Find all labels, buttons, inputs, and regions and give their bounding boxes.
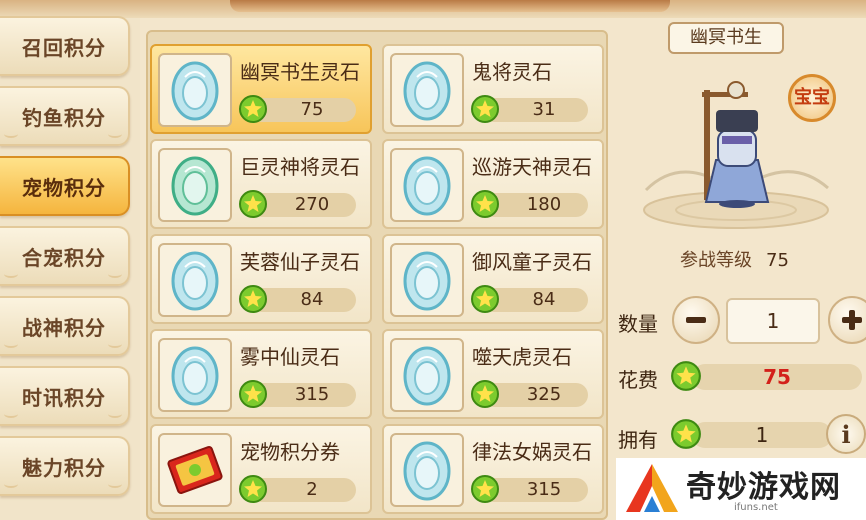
tab-charm-points[interactable]: 魅力积分: [0, 436, 130, 496]
point-coin-icon: [471, 380, 499, 408]
watermark-text: 奇妙游戏网: [686, 470, 841, 505]
item-icon-frame: [158, 53, 232, 127]
item-list: 幽冥书生灵石 75 鬼将灵石 31 巨灵神将灵石 270 巡游天神灵石 180 …: [146, 30, 608, 520]
item-name: 芙蓉仙子灵石: [240, 250, 360, 274]
shop-item[interactable]: 巡游天神灵石 180: [382, 139, 604, 229]
item-name: 巨灵神将灵石: [240, 155, 360, 179]
item-icon-frame: [390, 53, 464, 127]
shop-item[interactable]: 巨灵神将灵石 270: [150, 139, 372, 229]
plus-icon: [842, 310, 862, 330]
spirit-egg-icon: [403, 346, 451, 406]
item-name: 律法女娲灵石: [472, 440, 592, 464]
point-coin-icon: [471, 95, 499, 123]
cost-label: 花费: [618, 368, 658, 392]
tab-label: 魅力积分: [22, 455, 106, 480]
cost-value: 75: [692, 364, 862, 390]
spirit-egg-icon: [171, 61, 219, 121]
tab-pet-points[interactable]: 宠物积分: [0, 156, 130, 216]
shop-item[interactable]: 律法女娲灵石 315: [382, 424, 604, 514]
spirit-egg-icon: [403, 251, 451, 311]
point-coin-icon: [239, 475, 267, 503]
tab-label: 宠物积分: [22, 175, 106, 200]
point-coin-icon: [471, 190, 499, 218]
spirit-egg-icon: [403, 156, 451, 216]
tab-news-points[interactable]: 时讯积分: [0, 366, 130, 426]
spirit-egg-icon: [171, 251, 219, 311]
spirit-egg-icon: [403, 61, 451, 121]
shop-item[interactable]: 雾中仙灵石 315: [150, 329, 372, 419]
item-icon-frame: [158, 148, 232, 222]
tab-label: 时讯积分: [22, 385, 106, 410]
quantity-label: 数量: [618, 312, 658, 336]
category-tabs: 召回积分 钓鱼积分 宠物积分 合宠积分 战神积分 时讯积分 魅力积分: [0, 16, 140, 520]
point-coin-icon: [239, 380, 267, 408]
shop-item[interactable]: 幽冥书生灵石 75: [150, 44, 372, 134]
item-icon-frame: [158, 433, 232, 507]
tab-merge-pet-points[interactable]: 合宠积分: [0, 226, 130, 286]
tab-label: 合宠积分: [22, 245, 106, 270]
decrease-quantity-button[interactable]: [672, 296, 720, 344]
spirit-egg-icon: [403, 441, 451, 501]
tab-war-god-points[interactable]: 战神积分: [0, 296, 130, 356]
item-icon-frame: [390, 433, 464, 507]
owned-label: 拥有: [618, 428, 658, 452]
top-frame-cap: [230, 0, 670, 12]
item-name: 幽冥书生灵石: [240, 60, 360, 84]
owned-value: 1: [692, 422, 832, 448]
tab-recall-points[interactable]: 召回积分: [0, 16, 130, 76]
point-coin-icon: [239, 95, 267, 123]
info-button[interactable]: i: [826, 414, 866, 454]
point-coin-icon: [471, 475, 499, 503]
item-name: 宠物积分券: [240, 440, 340, 464]
spirit-egg-icon: [171, 346, 219, 406]
shop-item[interactable]: 鬼将灵石 31: [382, 44, 604, 134]
watermark-url: ifuns.net: [734, 502, 778, 513]
tab-label: 召回积分: [22, 35, 106, 60]
quantity-input[interactable]: [726, 298, 820, 344]
minus-icon: [686, 317, 706, 323]
tab-fishing-points[interactable]: 钓鱼积分: [0, 86, 130, 146]
spirit-egg-icon: [171, 156, 219, 216]
point-coin-icon: [471, 285, 499, 313]
increase-quantity-button[interactable]: [828, 296, 866, 344]
point-coin-icon: [239, 285, 267, 313]
item-name: 雾中仙灵石: [240, 345, 340, 369]
item-name: 巡游天神灵石: [472, 155, 592, 179]
item-icon-frame: [390, 243, 464, 317]
shop-item[interactable]: 宠物积分券 2: [150, 424, 372, 514]
tab-label: 战神积分: [22, 315, 106, 340]
shop-item[interactable]: 芙蓉仙子灵石 84: [150, 234, 372, 324]
top-frame: [0, 0, 866, 18]
ticket-icon: [167, 446, 223, 494]
item-icon-frame: [390, 338, 464, 412]
point-coin-icon: [671, 361, 701, 391]
point-coin-icon: [671, 419, 701, 449]
level-label: 参战等级: [680, 250, 752, 271]
shop-item[interactable]: 噬天虎灵石 325: [382, 329, 604, 419]
site-logo-icon: [626, 464, 678, 512]
item-icon-frame: [158, 243, 232, 317]
point-coin-icon: [239, 190, 267, 218]
item-icon-frame: [390, 148, 464, 222]
item-name: 鬼将灵石: [472, 60, 552, 84]
tab-label: 钓鱼积分: [22, 105, 106, 130]
shop-item[interactable]: 御风童子灵石 84: [382, 234, 604, 324]
baby-badge: 宝宝: [788, 74, 836, 122]
battle-level: 参战等级 75: [680, 246, 789, 272]
item-icon-frame: [158, 338, 232, 412]
level-value: 75: [766, 250, 789, 271]
item-name: 噬天虎灵石: [472, 345, 572, 369]
item-name: 御风童子灵石: [472, 250, 592, 274]
site-watermark: 奇妙游戏网 ifuns.net: [616, 458, 866, 520]
pet-name-title: 幽冥书生: [668, 22, 784, 54]
